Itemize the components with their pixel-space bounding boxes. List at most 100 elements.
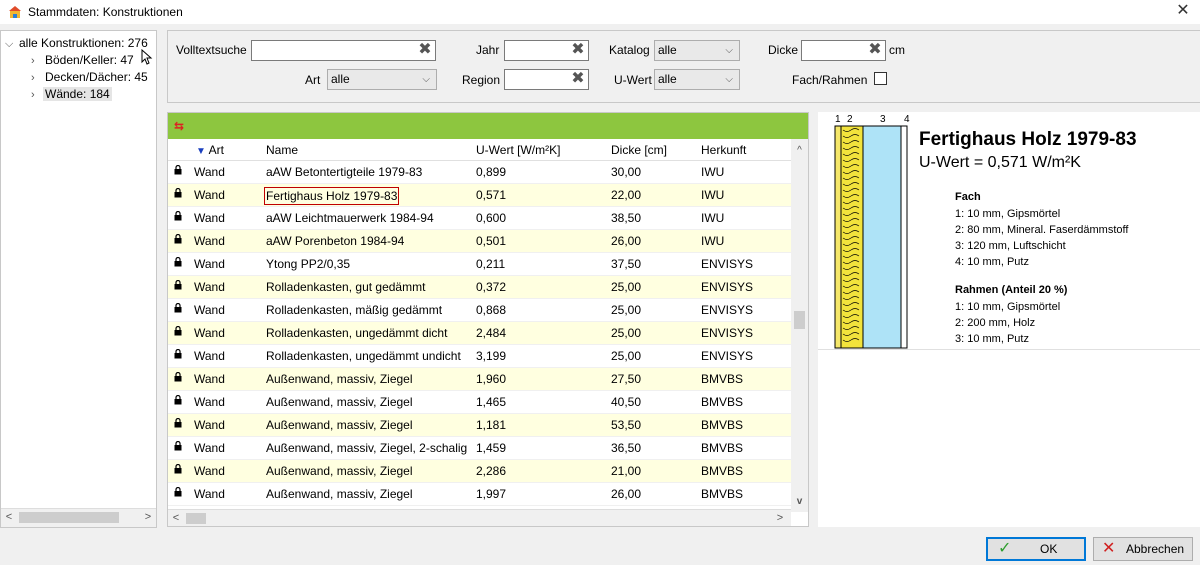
dicke-input[interactable]: ✖ bbox=[801, 40, 886, 61]
cell-art: Wand bbox=[194, 441, 225, 455]
tree-item-decken[interactable]: › Decken/Dächer: 45 bbox=[31, 69, 150, 86]
scroll-left-icon[interactable]: < bbox=[1, 509, 17, 526]
table-row[interactable]: Wand Ytong PP2/0,35 0,211 37,50 ENVISYS bbox=[168, 253, 791, 276]
art-select[interactable]: alle ⌵ bbox=[327, 69, 437, 90]
column-header-herkunft[interactable]: Herkunft bbox=[701, 142, 746, 158]
table-vertical-scrollbar[interactable]: ^ v bbox=[791, 139, 808, 512]
fach-layer-item: 1: 10 mm, Gipsmörtel bbox=[955, 208, 1061, 220]
column-header-uwert[interactable]: U-Wert [W/m²K] bbox=[476, 142, 560, 158]
table-row[interactable]: Wand Außenwand, massiv, Ziegel 1,181 53,50 B… bbox=[168, 414, 791, 437]
layer-number: 4 bbox=[904, 114, 910, 125]
clear-icon[interactable]: ✖ bbox=[417, 42, 433, 58]
table-row[interactable]: Wand Rolladenkasten, gut gedämmt 0,372 25,0… bbox=[168, 276, 791, 299]
scroll-left-icon[interactable]: < bbox=[168, 510, 184, 527]
region-input[interactable]: ✖ bbox=[504, 69, 589, 90]
table-row[interactable]: Wand aAW Porenbeton 1984-94 0,501 26,00 IWU bbox=[168, 230, 791, 253]
chevron-down-icon: ⌵ bbox=[725, 74, 733, 85]
tree-item-label: Decken/Dächer: 45 bbox=[45, 70, 148, 84]
uwert-select[interactable]: alle ⌵ bbox=[654, 69, 740, 90]
tree-horizontal-scrollbar[interactable]: < > bbox=[1, 508, 156, 527]
scroll-down-icon[interactable]: v bbox=[791, 494, 808, 510]
table-row[interactable]: Wand Rolladenkasten, ungedämmt undicht 3,1… bbox=[168, 345, 791, 368]
cell-name[interactable]: Fertighaus Holz 1979-83 bbox=[264, 187, 400, 205]
tree-item-boeden[interactable]: › Böden/Keller: 47 bbox=[31, 52, 136, 69]
katalog-value: alle bbox=[658, 43, 677, 57]
fachrahmen-checkbox[interactable] bbox=[874, 72, 887, 85]
column-header-dicke[interactable]: Dicke [cm] bbox=[611, 142, 667, 158]
chevron-right-icon[interactable]: › bbox=[31, 87, 43, 104]
wall-section-diagram: 1 2 3 4 e bbox=[834, 114, 910, 349]
clear-icon[interactable]: ✖ bbox=[570, 71, 586, 87]
constructions-table: ⇆ ▼ Art Name U-Wert [W/m²K] Dicke [cm] H… bbox=[167, 112, 809, 527]
cell-art: Wand bbox=[194, 165, 225, 179]
cell-uwert: 2,286 bbox=[476, 464, 507, 478]
tree-item-label: Wände: 184 bbox=[43, 87, 112, 101]
scroll-right-icon[interactable]: > bbox=[140, 509, 156, 526]
lock-icon bbox=[174, 349, 182, 359]
cell-art: Wand bbox=[194, 234, 225, 248]
cell-art: Wand bbox=[194, 303, 225, 317]
table-row[interactable]: Wand Außenwand, massiv, Ziegel, 2-schalig… bbox=[168, 437, 791, 460]
cell-art: Wand bbox=[194, 395, 225, 409]
ok-button[interactable]: ✓ OK bbox=[986, 537, 1086, 561]
chevron-right-icon[interactable]: › bbox=[31, 53, 43, 70]
uwert-label: U-Wert bbox=[614, 73, 652, 87]
table-row[interactable]: Wand Rolladenkasten, ungedämmt dicht 2,484… bbox=[168, 322, 791, 345]
table-row[interactable]: Wand Außenwand, massiv, Ziegel 1,465 40,50 B… bbox=[168, 391, 791, 414]
table-row[interactable]: Wand aAW Leichtmauerwerk 1984-94 0,600 38,5… bbox=[168, 207, 791, 230]
table-row[interactable]: Wand aAW Betontertigteile 1979-83 0,899 30,… bbox=[168, 161, 791, 184]
lock-icon bbox=[174, 395, 182, 405]
cell-uwert: 1,465 bbox=[476, 395, 507, 409]
cell-herkunft: IWU bbox=[701, 188, 725, 202]
fach-heading: Fach bbox=[955, 191, 981, 203]
volltext-input[interactable]: ✖ bbox=[251, 40, 436, 61]
table-row[interactable]: Wand Außenwand, massiv, Ziegel 2,286 21,00 B… bbox=[168, 460, 791, 483]
table-row[interactable]: Wand Außenwand, massiv, Ziegel 1,997 26,00 B… bbox=[168, 483, 791, 506]
preview-divider bbox=[818, 349, 1200, 350]
lock-icon bbox=[174, 165, 182, 175]
tree-item-all[interactable]: ⌵ alle Konstruktionen: 276 bbox=[5, 35, 150, 52]
lock-icon bbox=[174, 418, 182, 428]
close-icon[interactable]: ✕ bbox=[1174, 2, 1192, 20]
column-chooser-icon[interactable]: ⇆ bbox=[174, 119, 184, 133]
lock-icon bbox=[174, 487, 182, 497]
cancel-button[interactable]: ✕ Abbrechen bbox=[1093, 537, 1193, 561]
chevron-right-icon[interactable]: › bbox=[31, 70, 43, 87]
lock-icon bbox=[174, 211, 182, 221]
katalog-select[interactable]: alle ⌵ bbox=[654, 40, 740, 61]
fach-layer-item: 4: 10 mm, Putz bbox=[955, 256, 1029, 268]
lock-icon bbox=[174, 188, 182, 198]
cell-name: Rolladenkasten, ungedämmt dicht bbox=[266, 326, 448, 340]
scroll-right-icon[interactable]: > bbox=[772, 510, 788, 527]
rahmen-heading: Rahmen (Anteil 20 %) bbox=[955, 284, 1068, 296]
cell-herkunft: ENVISYS bbox=[701, 280, 754, 294]
cell-name: Außenwand, massiv, Ziegel, 2-schalig bbox=[266, 441, 468, 455]
column-header-art[interactable]: ▼ Art bbox=[196, 142, 224, 160]
clear-icon[interactable]: ✖ bbox=[867, 42, 883, 58]
table-horizontal-scrollbar[interactable]: < > bbox=[168, 509, 791, 526]
table-row[interactable]: Wand Rolladenkasten, mäßig gedämmt 0,868 25… bbox=[168, 299, 791, 322]
scrollbar-thumb[interactable] bbox=[794, 311, 805, 329]
column-header-name[interactable]: Name bbox=[266, 142, 298, 158]
scrollbar-thumb[interactable] bbox=[19, 512, 119, 523]
lock-icon bbox=[174, 303, 182, 313]
cell-dicke: 36,50 bbox=[611, 441, 642, 455]
cell-name: aAW Porenbeton 1984-94 bbox=[266, 234, 405, 248]
putz-layer bbox=[900, 125, 908, 349]
jahr-input[interactable]: ✖ bbox=[504, 40, 589, 61]
cell-art: Wand bbox=[194, 211, 225, 225]
checkmark-icon: ✓ bbox=[998, 540, 1012, 557]
table-row[interactable]: Wand Fertighaus Holz 1979-83 0,571 22,00 IWU bbox=[168, 184, 791, 207]
clear-icon[interactable]: ✖ bbox=[570, 42, 586, 58]
scrollbar-thumb[interactable] bbox=[186, 513, 206, 524]
table-row[interactable]: Wand Außenwand, massiv, Ziegel 1,960 27,50 B… bbox=[168, 368, 791, 391]
category-tree[interactable]: ⌵ alle Konstruktionen: 276 › Böden/Keller:… bbox=[0, 30, 157, 528]
table-header: ▼ Art Name U-Wert [W/m²K] Dicke [cm] Her… bbox=[168, 139, 791, 161]
tree-item-label: alle Konstruktionen: 276 bbox=[19, 36, 148, 50]
cell-uwert: 0,501 bbox=[476, 234, 507, 248]
cell-uwert: 2,484 bbox=[476, 326, 507, 340]
cell-herkunft: BMVBS bbox=[701, 372, 744, 386]
tree-item-waende[interactable]: › Wände: 184 bbox=[31, 86, 112, 103]
scroll-up-icon[interactable]: ^ bbox=[791, 143, 808, 159]
chevron-down-icon[interactable]: ⌵ bbox=[5, 36, 17, 53]
